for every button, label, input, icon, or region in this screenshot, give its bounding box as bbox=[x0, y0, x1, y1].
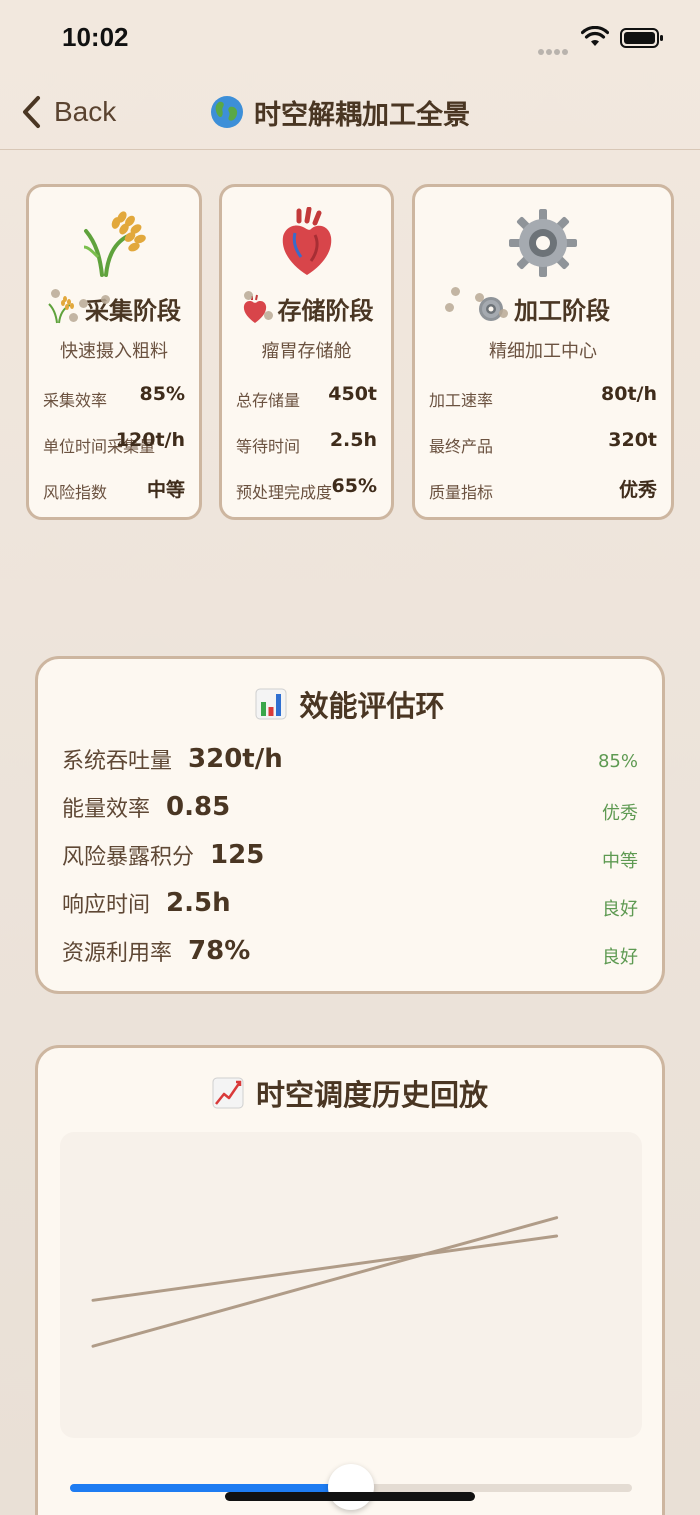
bar-chart-icon bbox=[255, 688, 287, 720]
metric-value: 2.5h bbox=[329, 429, 377, 451]
particle-dot bbox=[79, 299, 88, 308]
evaluation-label: 响应时间 bbox=[62, 893, 151, 918]
stage-card-collect[interactable]: 采集阶段 快速摄入粗料 采集效率 85% 单位时间采集量 120t/h 风险指数… bbox=[26, 184, 202, 520]
metric-row: 单位时间采集量 120t/h bbox=[43, 429, 185, 459]
evaluation-status: 中等 bbox=[602, 851, 638, 872]
stage-title: 存储阶段 bbox=[277, 297, 374, 325]
page-title-text: 时空解耦加工全景 bbox=[254, 99, 470, 131]
stage-title: 采集阶段 bbox=[85, 297, 181, 325]
status-time: 10:02 bbox=[62, 22, 129, 52]
metric-value: 80t/h bbox=[601, 383, 657, 405]
metric-label: 质量指标 bbox=[429, 483, 494, 502]
metric-row: 预处理完成度 65% bbox=[236, 475, 377, 505]
metric-value: 65% bbox=[331, 475, 377, 497]
evaluation-status: 良好 bbox=[602, 947, 638, 968]
metric-row: 质量指标 优秀 bbox=[429, 475, 657, 505]
page-title: 时空解耦加工全景 bbox=[210, 92, 470, 132]
evaluation-value: 0.85 bbox=[166, 792, 231, 822]
metric-value: 120t/h bbox=[115, 429, 185, 451]
navigation-bar: Back 时空解耦加工全景 bbox=[0, 76, 700, 150]
stage-subtitle: 快速摄入粗料 bbox=[60, 341, 168, 362]
rice-icon bbox=[83, 211, 146, 277]
metric-row: 等待时间 2.5h bbox=[236, 429, 377, 459]
stage-title: 加工阶段 bbox=[514, 297, 610, 325]
evaluation-row: 风险暴露积分 125 中等 bbox=[62, 839, 638, 879]
history-chart-svg bbox=[91, 1216, 559, 1348]
particle-dot bbox=[445, 303, 454, 312]
evaluation-row: 系统吞吐量 320t/h 85% bbox=[62, 743, 638, 783]
gear-icon bbox=[509, 209, 577, 277]
evaluation-value: 125 bbox=[210, 840, 265, 870]
chart-series-line-1 bbox=[91, 1216, 559, 1348]
evaluation-value: 2.5h bbox=[166, 888, 231, 918]
metric-value: 320t bbox=[608, 429, 657, 451]
particle-dot bbox=[244, 291, 253, 300]
particle-dot bbox=[69, 313, 78, 322]
evaluation-label: 能量效率 bbox=[62, 797, 151, 822]
metric-value: 优秀 bbox=[618, 479, 657, 501]
metric-label: 预处理完成度 bbox=[236, 483, 333, 502]
evaluation-card: 效能评估环 系统吞吐量 320t/h 85% 能量效率 0.85 优秀 风险暴露积分… bbox=[35, 656, 665, 994]
metric-label: 风险指数 bbox=[43, 483, 108, 502]
evaluation-row: 能量效率 0.85 优秀 bbox=[62, 791, 638, 831]
heart-icon bbox=[282, 207, 331, 275]
metric-row: 总存储量 450t bbox=[236, 383, 377, 413]
chevron-left-icon bbox=[23, 96, 40, 128]
metric-value: 85% bbox=[139, 383, 185, 405]
chart-series-line-2 bbox=[91, 1234, 559, 1302]
particle-dot bbox=[51, 289, 60, 298]
metric-row: 风险指数 中等 bbox=[43, 475, 185, 505]
stage-card-processing[interactable]: 加工阶段 精细加工中心 加工速率 80t/h 最终产品 320t 质量指标 优秀 bbox=[412, 184, 674, 520]
metric-row: 最终产品 320t bbox=[429, 429, 657, 459]
wifi-icon bbox=[581, 26, 609, 46]
evaluation-status: 良好 bbox=[602, 899, 638, 920]
metric-label: 最终产品 bbox=[429, 437, 494, 456]
metric-value: 450t bbox=[328, 383, 377, 405]
home-indicator bbox=[225, 1492, 475, 1501]
particle-dot bbox=[451, 287, 460, 296]
stage-subtitle: 瘤胃存储舱 bbox=[261, 341, 352, 362]
stage-subtitle: 精细加工中心 bbox=[489, 341, 597, 362]
metric-row: 加工速率 80t/h bbox=[429, 383, 657, 413]
evaluation-label: 风险暴露积分 bbox=[62, 845, 195, 870]
battery-icon bbox=[620, 28, 663, 48]
history-title: 时空调度历史回放 bbox=[255, 1078, 488, 1112]
status-bar: 10:02 bbox=[0, 0, 700, 76]
evaluation-value: 78% bbox=[188, 936, 251, 966]
back-label: Back bbox=[54, 96, 117, 127]
evaluation-value: 320t/h bbox=[188, 744, 283, 774]
metric-label: 加工速率 bbox=[429, 391, 494, 410]
globe-icon bbox=[211, 96, 243, 128]
timeline-slider-fill bbox=[70, 1484, 351, 1492]
metric-value: 中等 bbox=[146, 479, 185, 501]
stage-card-storage[interactable]: 存储阶段 瘤胃存储舱 总存储量 450t 等待时间 2.5h 预处理完成度 65… bbox=[219, 184, 394, 520]
cellular-signal-icon bbox=[538, 40, 574, 55]
timeline-slider[interactable] bbox=[70, 1464, 632, 1510]
evaluation-title: 效能评估环 bbox=[299, 689, 445, 723]
metric-label: 总存储量 bbox=[236, 391, 301, 410]
particle-dot bbox=[499, 309, 508, 318]
metric-row: 采集效率 85% bbox=[43, 383, 185, 413]
evaluation-status: 85% bbox=[597, 751, 638, 772]
history-replay-card: 时空调度历史回放 bbox=[35, 1045, 665, 1515]
particle-dot bbox=[264, 311, 273, 320]
metric-label: 等待时间 bbox=[236, 437, 301, 456]
back-button[interactable]: Back bbox=[20, 92, 116, 132]
evaluation-status: 优秀 bbox=[602, 803, 638, 824]
particle-dot bbox=[475, 293, 484, 302]
evaluation-label: 系统吞吐量 bbox=[62, 749, 173, 774]
metric-label: 采集效率 bbox=[43, 391, 108, 410]
history-chart bbox=[60, 1132, 642, 1438]
evaluation-row: 资源利用率 78% 良好 bbox=[62, 935, 638, 975]
timeline-slider-thumb[interactable] bbox=[328, 1464, 374, 1510]
evaluation-row: 响应时间 2.5h 良好 bbox=[62, 887, 638, 927]
evaluation-label: 资源利用率 bbox=[62, 941, 173, 966]
particle-dot bbox=[101, 295, 110, 304]
trend-chart-icon bbox=[212, 1077, 244, 1109]
